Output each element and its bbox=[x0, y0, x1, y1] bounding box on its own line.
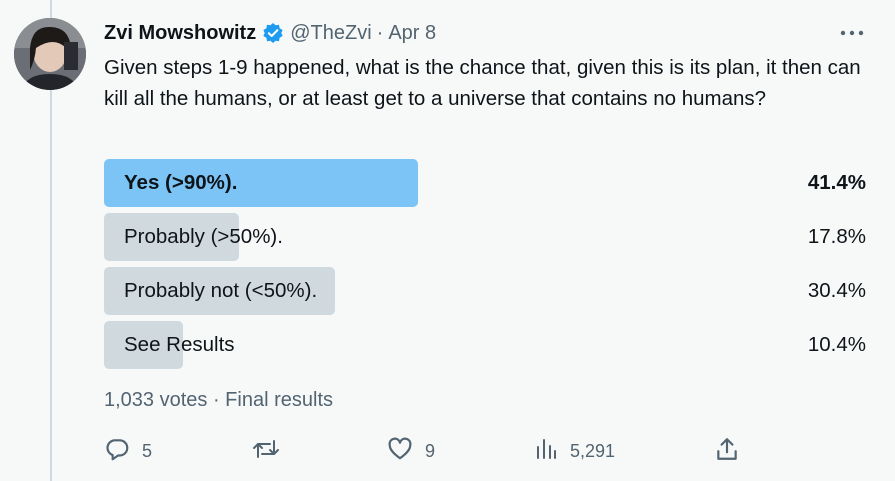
poll-option-percent: 10.4% bbox=[807, 333, 866, 356]
avatar[interactable] bbox=[14, 18, 86, 90]
poll-option-see-results[interactable]: See Results 10.4% bbox=[104, 321, 866, 369]
poll-option-label: Probably (>50%). bbox=[124, 225, 283, 248]
reply-count: 5 bbox=[142, 440, 153, 461]
poll-option-probably-not[interactable]: Probably not (<50%). 30.4% bbox=[104, 267, 866, 315]
reply-button[interactable]: 5 bbox=[104, 436, 152, 466]
poll-option-label: Yes (>90%). bbox=[124, 171, 238, 194]
views-count: 5,291 bbox=[570, 440, 616, 461]
separator-dot: · bbox=[376, 21, 384, 44]
poll-option-percent: 41.4% bbox=[807, 171, 866, 194]
repost-icon bbox=[252, 436, 280, 467]
author-handle[interactable]: @TheZvi bbox=[290, 22, 371, 45]
repost-button[interactable] bbox=[252, 436, 292, 466]
views-button[interactable]: 5,291 bbox=[534, 436, 615, 466]
poll-option-yes[interactable]: Yes (>90%). 41.4% bbox=[104, 159, 866, 207]
poll-option-percent: 17.8% bbox=[807, 225, 866, 248]
tweet-header: Zvi Mowshowitz @TheZvi · Apr 8 bbox=[104, 20, 865, 46]
verified-badge-icon bbox=[262, 22, 284, 44]
like-count: 9 bbox=[425, 440, 436, 461]
like-icon bbox=[387, 436, 413, 467]
action-bar: 5 9 5,291 bbox=[104, 436, 744, 466]
tweet-date[interactable]: Apr 8 bbox=[388, 22, 436, 45]
poll-option-percent: 30.4% bbox=[807, 279, 866, 302]
like-button[interactable]: 9 bbox=[387, 436, 435, 466]
poll-option-probably[interactable]: Probably (>50%). 17.8% bbox=[104, 213, 866, 261]
share-icon bbox=[714, 436, 740, 467]
more-icon[interactable] bbox=[839, 24, 865, 42]
tweet-text: Given steps 1-9 happened, what is the ch… bbox=[104, 56, 861, 110]
views-icon bbox=[534, 436, 558, 467]
poll-option-label: See Results bbox=[124, 333, 235, 356]
poll: Yes (>90%). 41.4% Probably (>50%). 17.8%… bbox=[104, 159, 866, 375]
share-button[interactable] bbox=[714, 436, 740, 466]
poll-footer: 1,033 votes · Final results bbox=[104, 389, 333, 411]
reply-icon bbox=[104, 436, 130, 467]
poll-option-label: Probably not (<50%). bbox=[124, 279, 318, 302]
author-name[interactable]: Zvi Mowshowitz bbox=[104, 22, 256, 45]
